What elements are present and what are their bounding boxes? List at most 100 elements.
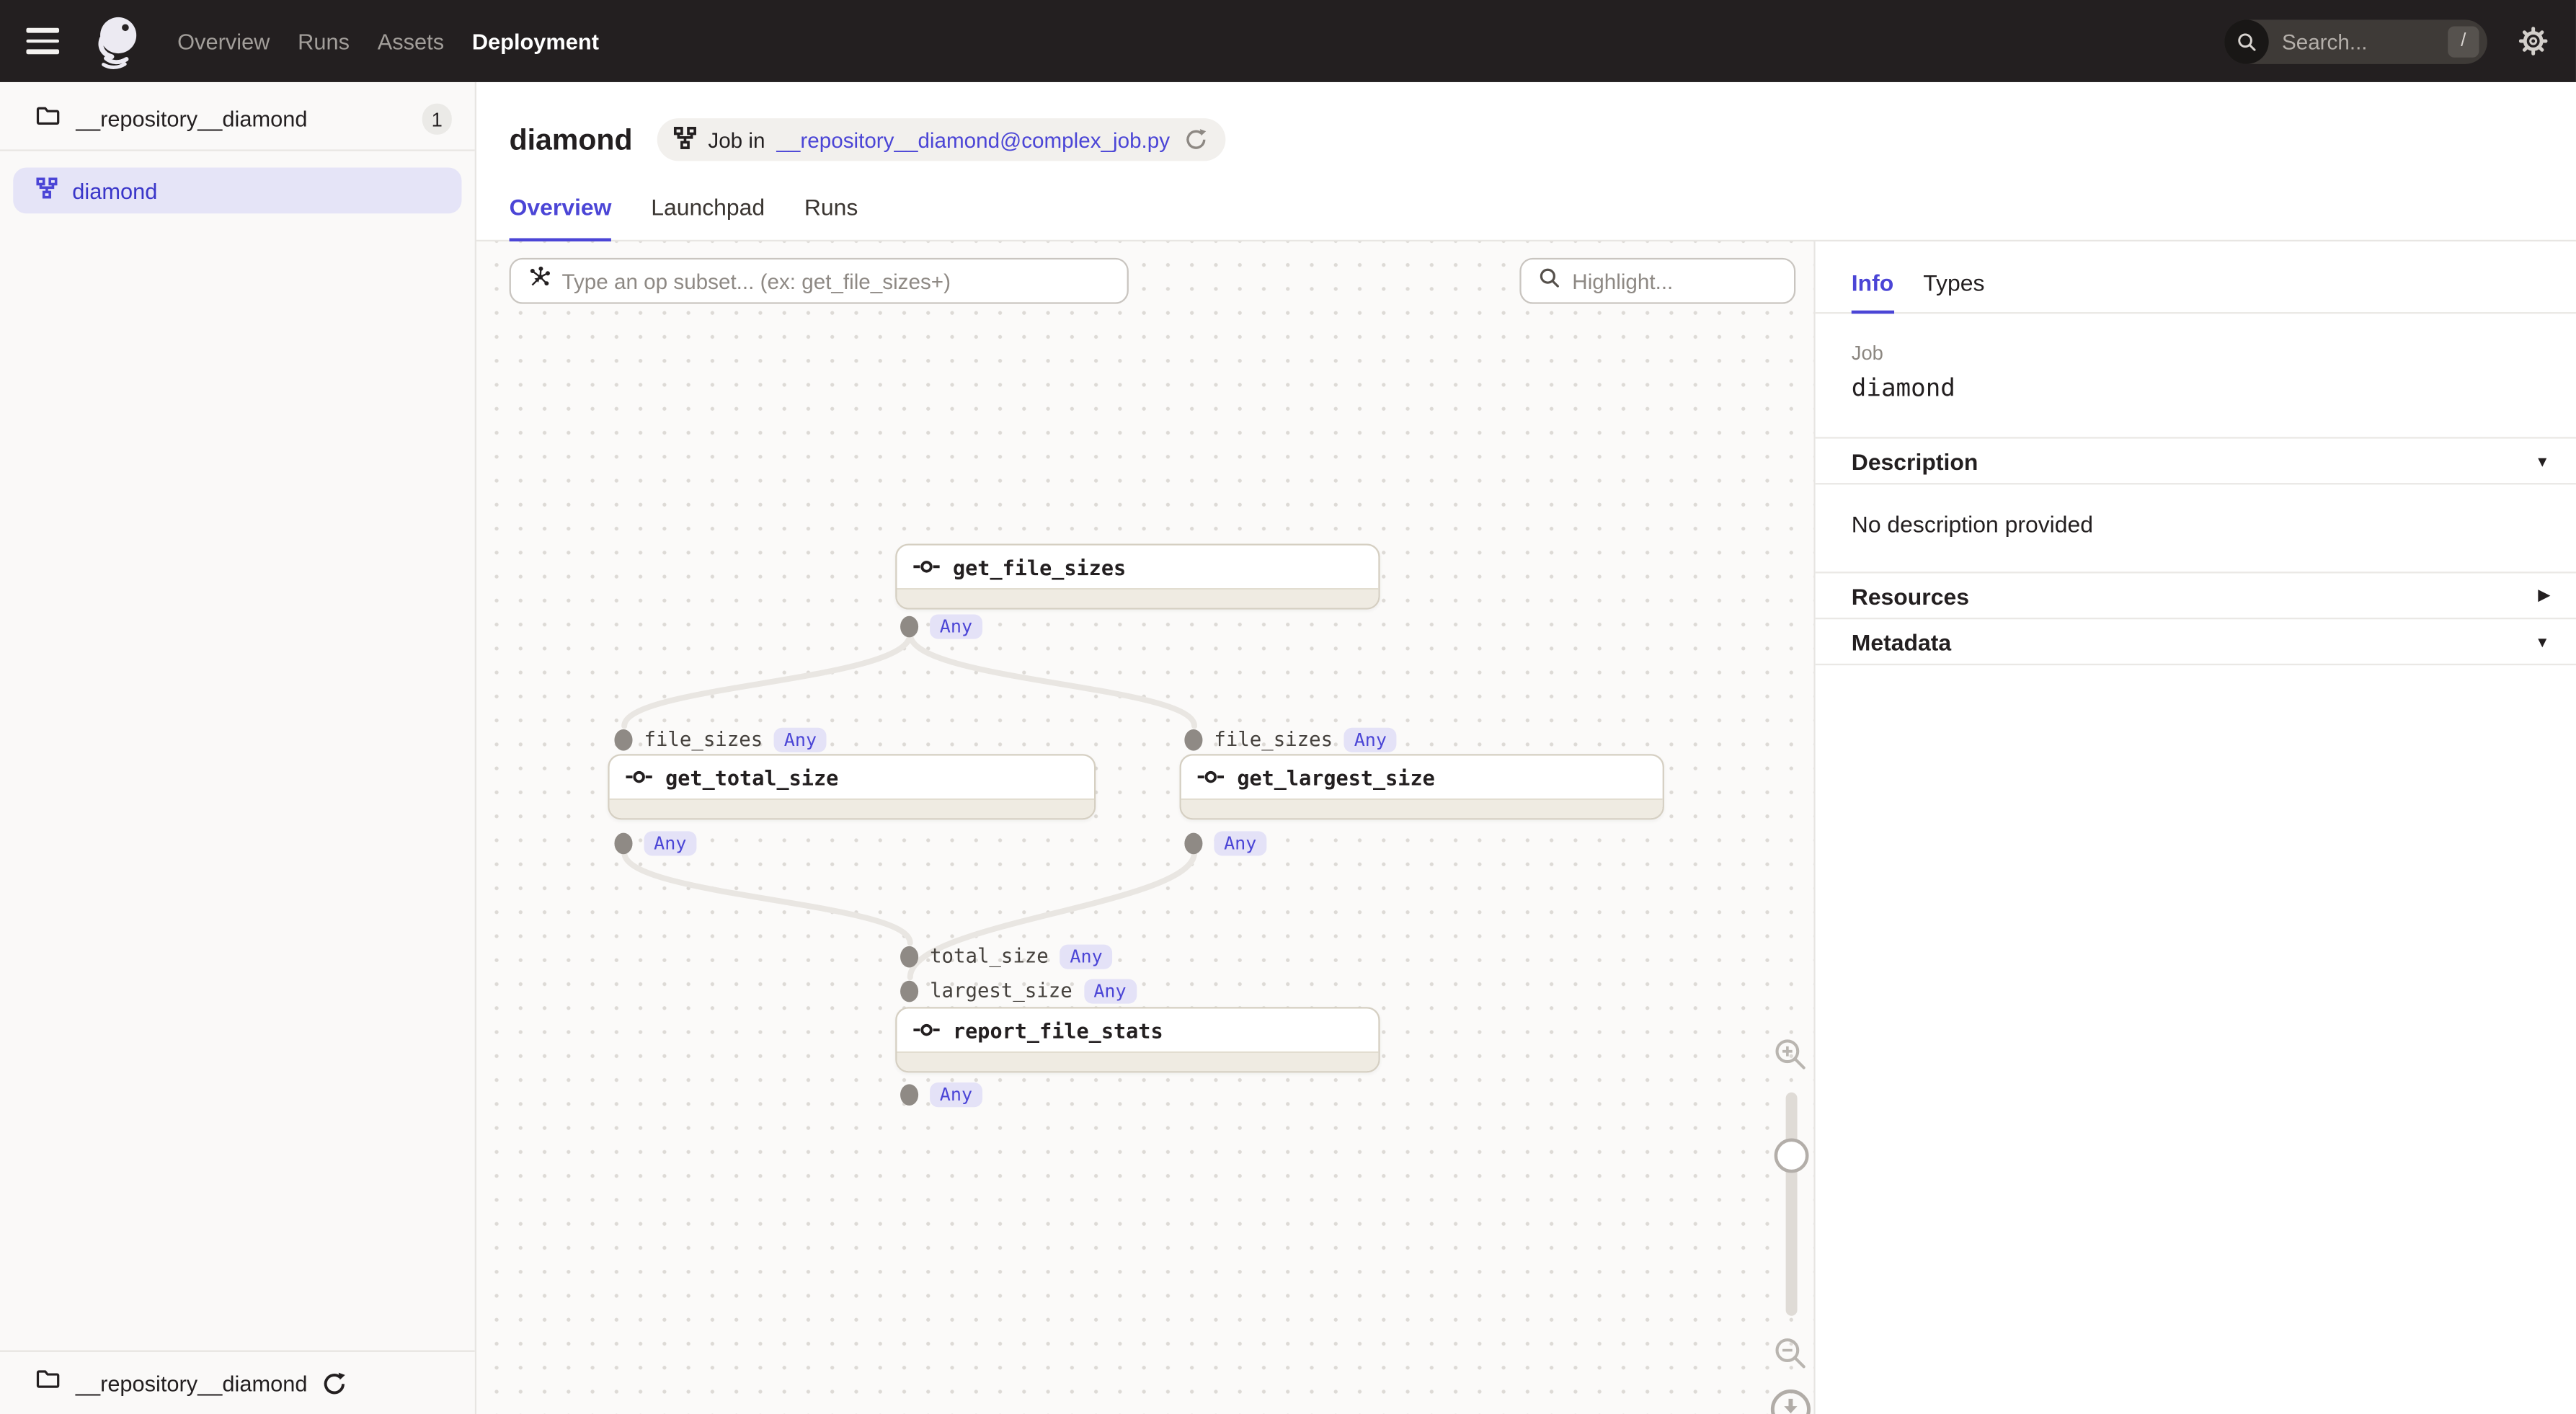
op-node-footer <box>1181 799 1663 818</box>
op-icon <box>913 559 939 575</box>
type-badge[interactable]: Any <box>930 1082 982 1106</box>
output-port-icon <box>614 832 632 853</box>
type-badge[interactable]: Any <box>1060 943 1113 968</box>
op-icon <box>913 1022 939 1039</box>
panel-tabs: Info Types <box>1816 241 2576 314</box>
zoom-in-icon[interactable] <box>1772 1036 1808 1072</box>
job-count-badge: 1 <box>422 104 452 135</box>
tab-runs[interactable]: Runs <box>804 184 858 241</box>
caret-right-icon: ▶ <box>2539 587 2550 605</box>
job-summary: Job diamond <box>1816 314 2576 437</box>
input-port-label: file_sizes <box>1214 728 1333 751</box>
job-tabs: Overview Launchpad Runs <box>476 184 2576 241</box>
section-title: Metadata <box>1852 628 1951 654</box>
op-node-footer <box>897 588 1378 608</box>
input-port-row[interactable]: largest_size Any <box>900 977 1136 1003</box>
job-tag-prefix: Job in <box>708 128 765 152</box>
input-port-label: file_sizes <box>644 728 763 751</box>
tab-launchpad[interactable]: Launchpad <box>651 184 765 241</box>
output-port-row[interactable]: Any <box>614 830 696 855</box>
search-icon <box>2224 19 2269 63</box>
input-port-icon <box>614 729 632 750</box>
input-port-row[interactable]: total_size Any <box>900 943 1112 969</box>
op-graph-canvas[interactable]: get_file_sizes Any file_sizes Any <box>476 241 1813 1414</box>
folder-icon <box>36 102 61 135</box>
tab-types[interactable]: Types <box>1923 270 1984 314</box>
job-list: diamond <box>0 151 475 230</box>
search-shortcut-key: / <box>2448 25 2479 56</box>
sidebar-repository-row[interactable]: __repository__diamond 1 <box>0 82 475 149</box>
input-port-row[interactable]: file_sizes Any <box>614 726 826 752</box>
section-metadata[interactable]: Metadata ▼ <box>1816 618 2576 664</box>
job-name: diamond <box>1852 373 2540 402</box>
page-header: diamond Job in __repository__diamond@com… <box>476 82 2576 184</box>
refresh-icon[interactable] <box>1185 128 1208 151</box>
output-port-row[interactable]: Any <box>1184 830 1266 855</box>
output-port-row[interactable]: Any <box>900 613 982 639</box>
footer-repository-name: __repository__diamond <box>76 1371 308 1395</box>
folder-icon <box>36 1366 61 1400</box>
zoom-slider-track[interactable] <box>1785 1093 1796 1316</box>
type-badge[interactable]: Any <box>1084 978 1137 1002</box>
menu-icon[interactable] <box>26 22 66 61</box>
section-resources[interactable]: Resources ▶ <box>1816 572 2576 618</box>
main-content: diamond Job in __repository__diamond@com… <box>476 82 2576 1414</box>
type-badge[interactable]: Any <box>930 613 982 638</box>
input-port-label: total_size <box>930 945 1049 968</box>
job-label: Job <box>1852 342 2540 365</box>
job-graph-icon <box>36 177 58 203</box>
op-icon <box>1198 769 1224 786</box>
nav-deployment[interactable]: Deployment <box>472 29 599 53</box>
tab-overview[interactable]: Overview <box>510 184 612 241</box>
op-node-get-total-size[interactable]: get_total_size <box>608 754 1096 819</box>
input-port-icon <box>900 980 918 1002</box>
reload-repository-icon[interactable] <box>322 1371 347 1395</box>
global-search[interactable]: / <box>2224 19 2487 63</box>
op-node-get-file-sizes[interactable]: get_file_sizes <box>895 543 1380 609</box>
type-badge[interactable]: Any <box>1214 830 1266 855</box>
caret-down-icon: ▼ <box>2535 633 2549 650</box>
gear-icon[interactable] <box>2517 25 2550 58</box>
sidebar-footer: __repository__diamond <box>0 1351 475 1414</box>
op-name: get_largest_size <box>1237 765 1434 789</box>
info-panel: Info Types Job diamond Description ▼ No … <box>1813 241 2576 1414</box>
output-port-icon <box>900 1083 918 1105</box>
section-description[interactable]: Description ▼ <box>1816 437 2576 483</box>
type-badge[interactable]: Any <box>644 830 696 855</box>
tab-info[interactable]: Info <box>1852 270 1893 314</box>
sidebar-item-label: diamond <box>72 178 157 203</box>
type-badge[interactable]: Any <box>774 727 827 752</box>
op-node-footer <box>897 1051 1378 1071</box>
top-nav: Overview Runs Assets Deployment / <box>0 0 2576 82</box>
nav-overview[interactable]: Overview <box>177 29 270 53</box>
op-icon <box>626 769 652 786</box>
zoom-out-icon[interactable] <box>1772 1335 1808 1371</box>
nav-runs[interactable]: Runs <box>298 29 350 53</box>
repository-link[interactable]: __repository__diamond@complex_job.py <box>776 128 1170 152</box>
sidebar: __repository__diamond 1 diamond __reposi… <box>0 82 476 1414</box>
op-name: get_total_size <box>665 765 838 789</box>
output-port-icon <box>1184 832 1202 853</box>
input-port-row[interactable]: file_sizes Any <box>1184 726 1396 752</box>
sidebar-item-diamond[interactable]: diamond <box>13 167 461 213</box>
op-name: get_file_sizes <box>953 554 1126 579</box>
input-port-label: largest_size <box>930 979 1072 1002</box>
op-node-report-file-stats[interactable]: report_file_stats <box>895 1007 1380 1072</box>
op-node-footer <box>610 799 1094 818</box>
input-port-icon <box>1184 729 1202 750</box>
nav-links: Overview Runs Assets Deployment <box>177 29 599 53</box>
description-body: No description provided <box>1816 483 2576 572</box>
zoom-slider-handle[interactable] <box>1774 1139 1808 1173</box>
output-port-row[interactable]: Any <box>900 1081 982 1107</box>
op-node-get-largest-size[interactable]: get_largest_size <box>1180 754 1664 819</box>
dagster-app: Overview Runs Assets Deployment / <box>0 0 2576 1414</box>
download-graph-icon[interactable] <box>1769 1388 1812 1414</box>
op-name: report_file_stats <box>953 1018 1163 1042</box>
job-origin-tag: Job in __repository__diamond@complex_job… <box>657 118 1226 161</box>
repository-name: __repository__diamond <box>76 107 407 131</box>
input-port-icon <box>900 946 918 967</box>
nav-assets[interactable]: Assets <box>378 29 444 53</box>
search-input[interactable] <box>2269 29 2448 53</box>
type-badge[interactable]: Any <box>1344 727 1397 752</box>
dagster-logo-icon[interactable] <box>87 12 146 71</box>
